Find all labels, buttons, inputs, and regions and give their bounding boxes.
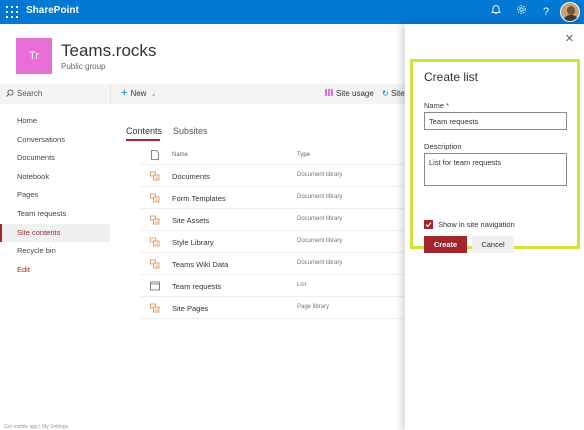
site-subtitle: Public group [61,62,106,71]
row-type: Document library [297,194,343,200]
row-type: Document library [297,172,343,178]
nav-edit-link[interactable]: Edit [0,261,110,280]
chevron-down-icon: ⌄ [150,91,157,98]
row-type: Page library [297,304,330,310]
name-label-text: Name [424,101,445,110]
new-button[interactable]: + New ⌄ [121,87,157,99]
row-type: List [297,282,307,288]
site-logo[interactable]: Tr [16,38,52,74]
nav-item-team-requests[interactable]: Team requests [0,205,110,224]
brand-name[interactable]: SharePoint [26,5,79,16]
table-row[interactable]: Site Assets Document library [140,209,405,231]
file-type-icon [151,150,159,160]
site-contents-list: Name Type Documents Document library For… [140,146,405,319]
name-label: Name * [424,101,449,110]
description-field-value: List for team requests [429,158,502,167]
description-label: Description [424,142,462,151]
nav-item-documents[interactable]: Documents [0,149,110,168]
library-icon [150,259,160,269]
bell-icon[interactable] [488,4,504,20]
left-navigation: Home Conversations Documents Notebook Pa… [0,112,110,279]
row-name[interactable]: Form Templates [172,194,226,203]
site-usage-label: Site usage [336,89,374,98]
sync-icon: ↻ [382,89,389,98]
name-field[interactable]: Team requests [424,112,567,130]
nav-item-pages[interactable]: Pages [0,186,110,205]
active-tab-indicator [126,139,160,141]
table-row[interactable]: Form Templates Document library [140,187,405,209]
nav-item-home[interactable]: Home [0,112,110,131]
nav-item-recycle-bin[interactable]: Recycle bin [0,242,110,261]
table-row[interactable]: Teams Wiki Data Document library [140,253,405,275]
search-icon [6,89,14,97]
footer-links[interactable]: Get mobile app | My Settings [4,424,68,430]
row-name[interactable]: Documents [172,172,210,181]
site-title[interactable]: Teams.rocks [61,41,156,61]
row-name[interactable]: Style Library [172,238,214,247]
site-usage-button[interactable]: Site usage [325,89,374,98]
panel-title: Create list [424,70,479,84]
list-icon [150,281,160,291]
row-name[interactable]: Team requests [172,282,221,291]
tab-subsites[interactable]: Subsites [173,126,208,136]
chart-icon [325,89,333,96]
close-icon[interactable]: ✕ [565,32,574,45]
row-name[interactable]: Site Assets [172,216,209,225]
row-type: Document library [297,238,343,244]
nav-item-site-contents[interactable]: Site contents [0,223,110,243]
row-name[interactable]: Site Pages [172,304,208,313]
app-launcher-icon[interactable] [6,6,18,18]
search-label: Search [17,89,43,98]
plus-icon: + [121,87,128,99]
cancel-button[interactable]: Cancel [472,236,514,253]
list-header-row: Name Type [140,146,405,165]
tab-contents[interactable]: Contents [126,126,162,136]
divider [110,84,111,104]
table-row[interactable]: Documents Document library [140,165,405,187]
gear-icon[interactable] [513,4,529,20]
name-field-value: Team requests [429,117,479,126]
create-list-panel: ✕ Create list Name * Team requests Descr… [405,24,584,430]
site-workflows-button[interactable]: ↻ Site c [382,89,405,98]
library-icon [150,193,160,203]
library-icon [150,171,160,181]
nav-item-conversations[interactable]: Conversations [0,131,110,150]
description-field[interactable]: List for team requests [424,153,567,186]
library-icon [150,237,160,247]
new-label: New [130,89,147,98]
library-icon [150,303,160,313]
table-row[interactable]: Style Library Document library [140,231,405,253]
library-icon [150,215,160,225]
site-more-label: Site c [390,89,405,98]
row-type: Document library [297,260,343,266]
help-icon[interactable]: ? [538,4,554,20]
row-type: Document library [297,216,343,222]
column-type[interactable]: Type [297,152,310,158]
checkmark-icon [425,222,432,228]
row-name[interactable]: Teams Wiki Data [172,260,228,269]
nav-item-notebook[interactable]: Notebook [0,168,110,187]
required-marker: * [446,101,450,110]
create-button[interactable]: Create [424,236,467,253]
search-box[interactable]: Search [6,89,42,98]
suite-bar: SharePoint ? [0,0,584,24]
column-name[interactable]: Name [172,152,188,158]
table-row[interactable]: Site Pages Page library [140,297,405,319]
table-row[interactable]: Team requests List [140,275,405,297]
show-in-nav-label[interactable]: Show in site navigation [438,220,515,229]
avatar[interactable] [560,2,580,22]
show-in-nav-checkbox[interactable] [424,220,433,229]
